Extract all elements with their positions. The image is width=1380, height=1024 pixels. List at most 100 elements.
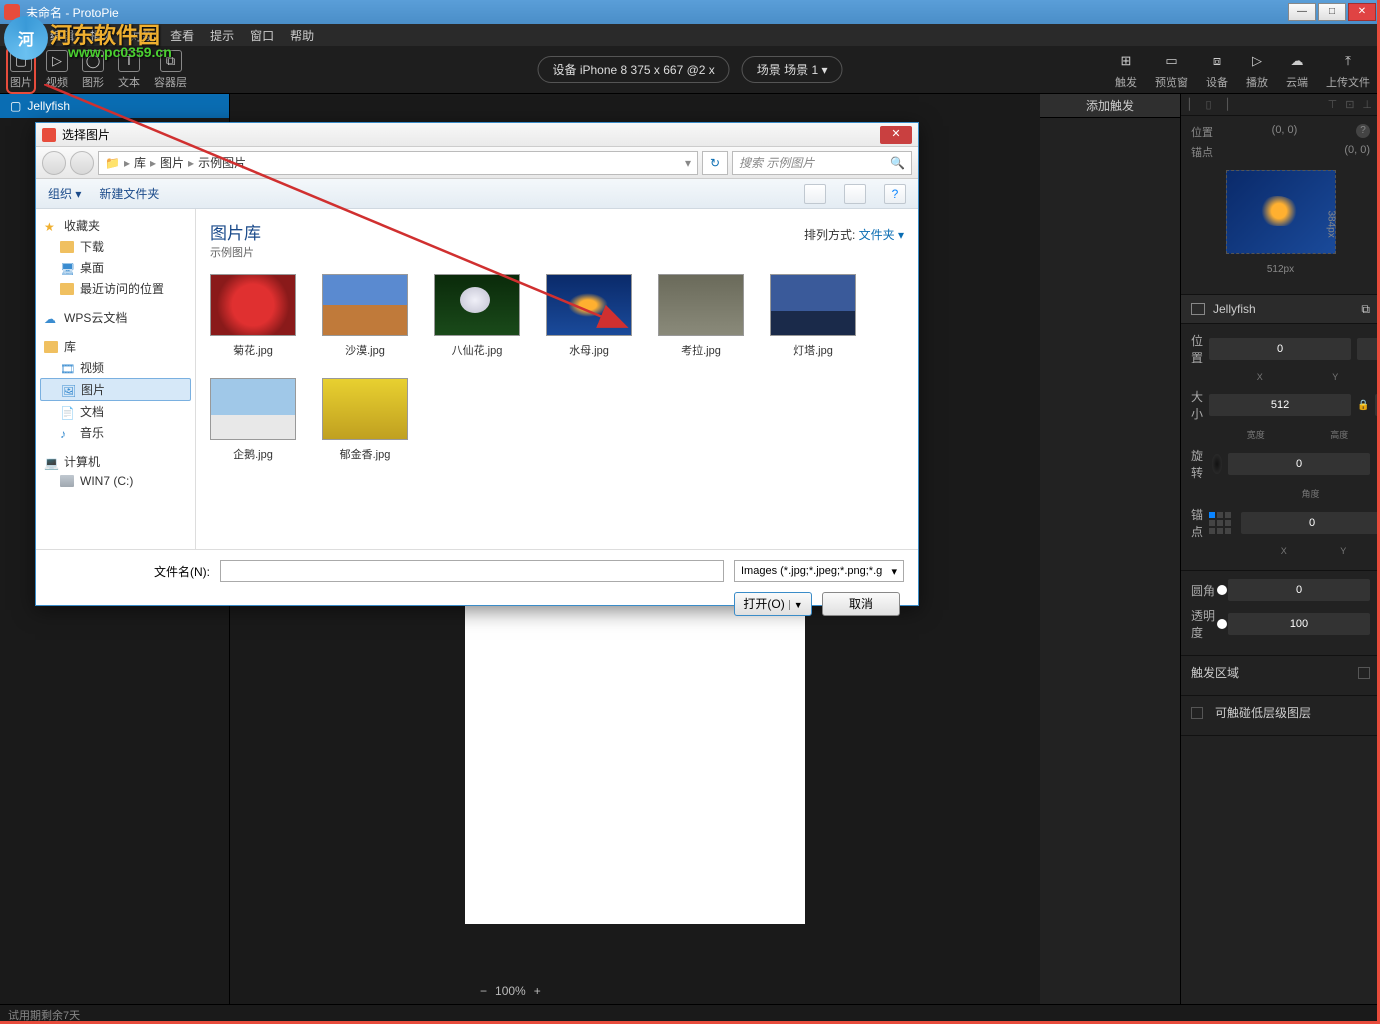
- close-button[interactable]: ✕: [1348, 3, 1376, 21]
- file-thumb[interactable]: 郁金香.jpg: [322, 378, 408, 462]
- sidebar-documents[interactable]: 📄文档: [40, 401, 191, 422]
- nav-forward-button[interactable]: [70, 151, 94, 175]
- tool-container-label: 容器层: [154, 74, 187, 90]
- breadcrumb-item[interactable]: 库: [134, 154, 146, 171]
- scene-selector[interactable]: 场景 场景 1 ▾: [742, 56, 843, 83]
- tool-upload[interactable]: ⤒上传文件: [1326, 50, 1370, 90]
- tool-shape[interactable]: ◯ 图形: [82, 50, 104, 90]
- angle-sublabel: 角度: [1251, 487, 1370, 500]
- file-thumb[interactable]: 菊花.jpg: [210, 274, 296, 358]
- dialog-file-area: 图片库 示例图片 排列方式: 文件夹 ▾ 菊花.jpg 沙漠.jpg 八仙花.j…: [196, 209, 918, 549]
- zoom-out[interactable]: −: [480, 984, 487, 998]
- view-button-2[interactable]: [844, 184, 866, 204]
- tool-container[interactable]: ⧉ 容器层: [154, 50, 187, 90]
- copy-icon[interactable]: ⧉: [1361, 302, 1370, 317]
- cancel-button[interactable]: 取消: [822, 592, 900, 616]
- menu-window[interactable]: 窗口: [244, 25, 280, 46]
- radius-input[interactable]: [1228, 579, 1370, 601]
- align-icon[interactable]: ⊥: [1362, 98, 1372, 111]
- file-thumb[interactable]: 考拉.jpg: [658, 274, 744, 358]
- file-thumb[interactable]: 灯塔.jpg: [770, 274, 856, 358]
- file-thumb[interactable]: 企鹅.jpg: [210, 378, 296, 462]
- sidebar-pictures[interactable]: 🖼图片: [40, 378, 191, 401]
- sidebar-library[interactable]: 库: [40, 336, 191, 357]
- menu-help[interactable]: 帮助: [284, 25, 320, 46]
- nav-back-button[interactable]: [42, 151, 66, 175]
- organize-button[interactable]: 组织 ▾: [48, 185, 81, 202]
- tool-video[interactable]: ▷ 视频: [46, 50, 68, 90]
- anchor-x-input[interactable]: [1241, 512, 1380, 534]
- align-icon[interactable]: ▕: [1220, 98, 1228, 111]
- tool-trigger[interactable]: ⊞触发: [1115, 50, 1137, 90]
- tool-image[interactable]: ▢ 图片: [10, 50, 32, 90]
- dialog-sidebar: ★收藏夹 下载 🖥桌面 最近访问的位置 ☁WPS云文档 库 🎞视频 🖼图片 📄文…: [36, 209, 196, 549]
- tool-device[interactable]: ⧈设备: [1206, 50, 1228, 90]
- tool-image-label: 图片: [10, 74, 32, 90]
- tool-cloud[interactable]: ☁云端: [1286, 50, 1308, 90]
- tool-text[interactable]: T 文本: [118, 50, 140, 90]
- minimize-button[interactable]: —: [1288, 3, 1316, 21]
- menu-edit[interactable]: 编辑: [44, 25, 80, 46]
- thumb-name: 企鹅.jpg: [210, 446, 296, 462]
- sidebar-downloads[interactable]: 下载: [40, 236, 191, 257]
- dialog-title: 选择图片: [62, 126, 110, 143]
- tool-preview[interactable]: ▭预览窗: [1155, 50, 1188, 90]
- upload-icon: ⤒: [1337, 50, 1359, 72]
- file-thumb[interactable]: 八仙花.jpg: [434, 274, 520, 358]
- filename-input[interactable]: [220, 560, 724, 582]
- width-input[interactable]: [1209, 394, 1351, 416]
- sidebar-favorites[interactable]: ★收藏夹: [40, 215, 191, 236]
- refresh-button[interactable]: ↻: [702, 151, 728, 175]
- align-icon[interactable]: ▯: [1205, 98, 1211, 111]
- video-icon: ▷: [46, 50, 68, 72]
- zoom-control: − 100% +: [480, 984, 541, 998]
- sidebar-desktop[interactable]: 🖥桌面: [40, 257, 191, 278]
- rotation-dial[interactable]: [1212, 454, 1222, 474]
- menu-view[interactable]: 查看: [164, 25, 200, 46]
- add-trigger-tab[interactable]: 添加触发: [1040, 94, 1180, 118]
- touch-lower-checkbox[interactable]: [1191, 707, 1203, 719]
- sort-value: 文件夹 ▾: [859, 228, 904, 242]
- sidebar-drive-c[interactable]: WIN7 (C:): [40, 472, 191, 490]
- rotation-input[interactable]: [1228, 453, 1370, 475]
- open-button[interactable]: 打开(O)▼: [734, 592, 812, 616]
- filetype-select[interactable]: Images (*.jpg;*.jpeg;*.png;*.g▾: [734, 560, 904, 582]
- search-box[interactable]: 搜索 示例图片 🔍: [732, 151, 912, 175]
- tool-play[interactable]: ▷播放: [1246, 50, 1268, 90]
- opacity-input[interactable]: [1228, 613, 1370, 635]
- new-folder-button[interactable]: 新建文件夹: [99, 185, 159, 202]
- align-icon[interactable]: ⊤: [1328, 98, 1338, 111]
- view-button-1[interactable]: [804, 184, 826, 204]
- breadcrumb-item[interactable]: 示例图片: [198, 154, 246, 171]
- hit-area-toggle[interactable]: [1358, 667, 1370, 679]
- sidebar-computer[interactable]: 💻计算机: [40, 451, 191, 472]
- sidebar-recent[interactable]: 最近访问的位置: [40, 278, 191, 299]
- maximize-button[interactable]: □: [1318, 3, 1346, 21]
- align-icon[interactable]: ▏: [1189, 98, 1197, 111]
- menu-insert[interactable]: 插入: [84, 25, 120, 46]
- thumb-image: [210, 274, 296, 336]
- thumb-image: [658, 274, 744, 336]
- layer-jellyfish[interactable]: ▢ Jellyfish: [0, 94, 229, 118]
- sidebar-videos[interactable]: 🎞视频: [40, 357, 191, 378]
- align-icon[interactable]: ⊡: [1345, 98, 1354, 111]
- sidebar-wps[interactable]: ☁WPS云文档: [40, 307, 191, 328]
- menu-object[interactable]: 对象: [124, 25, 160, 46]
- help-button[interactable]: ?: [884, 184, 906, 204]
- thumb-name: 水母.jpg: [546, 342, 632, 358]
- menu-file[interactable]: 文件: [4, 25, 40, 46]
- file-thumb[interactable]: 水母.jpg: [546, 274, 632, 358]
- sort-control[interactable]: 排列方式: 文件夹 ▾: [804, 226, 904, 243]
- sidebar-music[interactable]: ♪音乐: [40, 422, 191, 443]
- menu-hint[interactable]: 提示: [204, 25, 240, 46]
- device-selector[interactable]: 设备 iPhone 8 375 x 667 @2 x: [538, 56, 730, 83]
- tool-device-label: 设备: [1206, 74, 1228, 90]
- breadcrumb[interactable]: 📁 ▸ 库 ▸ 图片 ▸ 示例图片 ▾: [98, 151, 698, 175]
- breadcrumb-item[interactable]: 图片: [160, 154, 184, 171]
- anchor-grid[interactable]: [1209, 512, 1231, 534]
- help-icon[interactable]: ?: [1356, 124, 1370, 138]
- dialog-close-button[interactable]: ✕: [880, 126, 912, 144]
- lock-icon[interactable]: 🔒: [1357, 400, 1369, 411]
- file-thumb[interactable]: 沙漠.jpg: [322, 274, 408, 358]
- zoom-in[interactable]: +: [534, 984, 541, 998]
